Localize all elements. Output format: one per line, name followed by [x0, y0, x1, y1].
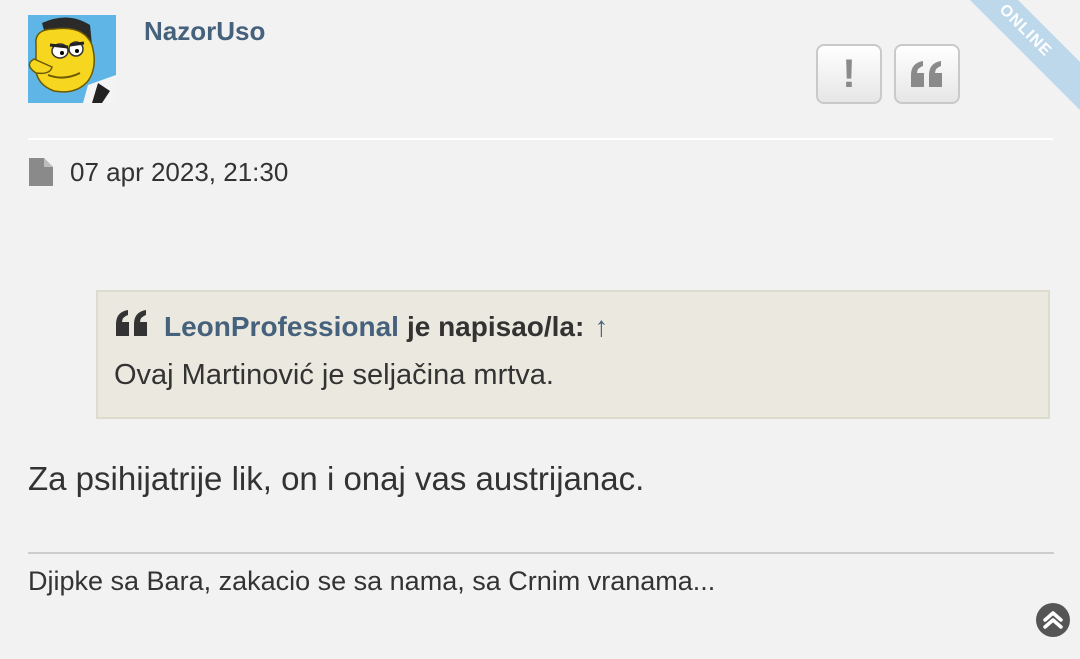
back-to-top-button[interactable]	[1036, 603, 1070, 637]
quote-header: LeonProfessional je napisao/la: ↑	[114, 308, 1032, 345]
post-author-link[interactable]: NazorUso	[144, 16, 265, 47]
signature-divider	[28, 552, 1054, 554]
chevron-up-icon	[1043, 611, 1063, 629]
signature: Djipke sa Bara, zakacio se sa nama, sa C…	[28, 566, 716, 596]
quote-source-link[interactable]: ↑	[594, 311, 608, 343]
avatar[interactable]	[28, 15, 116, 103]
quote-text: Ovaj Martinović je seljačina mrtva.	[114, 359, 554, 391]
header-divider	[28, 138, 1053, 140]
quote-icon	[114, 308, 150, 345]
file-icon	[29, 158, 53, 186]
quote-wrote-label: je napisao/la:	[406, 310, 585, 342]
quote-author-link[interactable]: LeonProfessional	[164, 311, 399, 343]
avatar-image	[28, 15, 116, 103]
quote-button[interactable]	[894, 44, 960, 104]
online-status-ribbon: ONLINE	[945, 0, 1080, 111]
report-button[interactable]: !	[816, 44, 882, 104]
quote-block: LeonProfessional je napisao/la: ↑ Ovaj M…	[96, 290, 1050, 419]
post-body: Za psihijatrije lik, on i onaj vas austr…	[28, 460, 645, 497]
post-date-text: 07 apr 2023, 21:30	[70, 156, 289, 187]
quote-icon	[911, 61, 942, 87]
online-status-text: ONLINE	[995, 1, 1055, 61]
exclamation-icon: !	[842, 52, 856, 96]
post-date: 07 apr 2023, 21:30	[28, 156, 288, 188]
